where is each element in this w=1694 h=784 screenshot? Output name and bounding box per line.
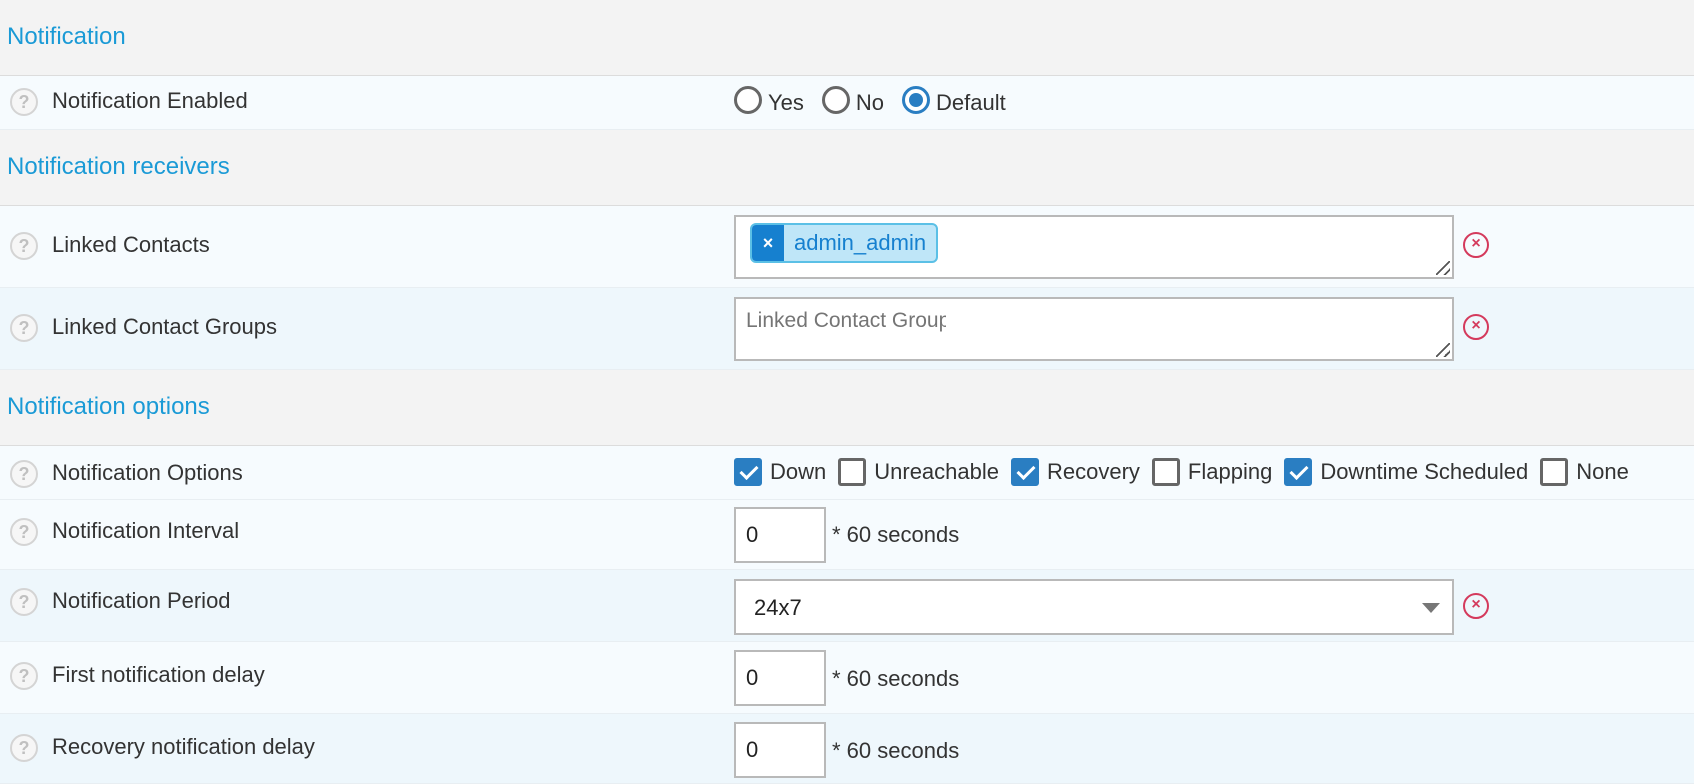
- first-notification-delay-unit: * 60 seconds: [832, 666, 960, 691]
- notification-options-label: Notification Options: [52, 460, 243, 485]
- notification-options-checkboxes: Down Unreachable Recovery Flapping Downt…: [734, 458, 1641, 486]
- notification-interval-label: Notification Interval: [52, 518, 240, 543]
- checkbox-down-label[interactable]: Down: [770, 459, 826, 485]
- help-icon[interactable]: ?: [10, 662, 38, 690]
- chevron-down-icon[interactable]: [1422, 603, 1440, 613]
- linked-contact-groups-label: Linked Contact Groups: [52, 314, 278, 339]
- checkbox-flapping[interactable]: [1151, 458, 1180, 486]
- tag-label: admin_admin: [794, 230, 927, 255]
- first-notification-delay-label: First notification delay: [52, 662, 265, 687]
- row-notification-interval: ? Notification Interval * 60 seconds: [0, 500, 1694, 570]
- section-title-receivers: Notification receivers: [7, 153, 230, 180]
- section-title-notification: Notification: [7, 23, 126, 50]
- checkbox-downtime-scheduled[interactable]: [1284, 458, 1313, 486]
- section-notification: Notification: [0, 0, 1694, 76]
- section-notification-options: Notification options: [0, 370, 1694, 446]
- linked-contacts-label: Linked Contacts: [52, 232, 210, 257]
- checkbox-flapping-label[interactable]: Flapping: [1188, 459, 1272, 485]
- checkbox-unreachable[interactable]: [838, 458, 867, 486]
- radio-no-label[interactable]: No: [856, 90, 884, 116]
- checkbox-downtime-scheduled-label[interactable]: Downtime Scheduled: [1320, 459, 1528, 485]
- contact-tag: × admin_admin: [750, 223, 939, 263]
- recovery-notification-delay-unit: * 60 seconds: [832, 738, 960, 763]
- linked-contact-groups-multiselect[interactable]: [734, 297, 1454, 361]
- checkbox-recovery-label[interactable]: Recovery: [1047, 459, 1140, 485]
- notification-period-label: Notification Period: [52, 588, 231, 613]
- row-first-notification-delay: ? First notification delay * 60 seconds: [0, 642, 1694, 714]
- row-linked-contact-groups: ? Linked Contact Groups ×: [0, 288, 1694, 370]
- help-icon[interactable]: ?: [10, 460, 38, 488]
- notification-enabled-label: Notification Enabled: [52, 88, 248, 113]
- radio-default[interactable]: [902, 86, 931, 114]
- row-notification-options: ? Notification Options Down Unreachable …: [0, 446, 1694, 500]
- clear-linked-contacts-button[interactable]: ×: [1463, 232, 1489, 258]
- clear-linked-contact-groups-button[interactable]: ×: [1463, 314, 1489, 340]
- radio-no[interactable]: [821, 86, 850, 114]
- notification-interval-input[interactable]: [734, 507, 826, 563]
- help-icon[interactable]: ?: [10, 518, 38, 546]
- help-icon[interactable]: ?: [10, 734, 38, 762]
- recovery-notification-delay-label: Recovery notification delay: [52, 734, 315, 759]
- recovery-notification-delay-input[interactable]: [734, 722, 826, 778]
- section-notification-receivers: Notification receivers: [0, 130, 1694, 206]
- resize-handle-icon[interactable]: [1436, 343, 1450, 357]
- checkbox-recovery[interactable]: [1011, 458, 1039, 486]
- linked-contacts-multiselect[interactable]: × admin_admin: [734, 215, 1454, 279]
- help-icon[interactable]: ?: [10, 588, 38, 616]
- help-icon[interactable]: ?: [10, 314, 38, 342]
- notification-period-select[interactable]: 24x7: [734, 579, 1454, 635]
- help-icon[interactable]: ?: [10, 232, 38, 260]
- row-notification-enabled: ? Notification Enabled Yes No Default: [0, 76, 1694, 130]
- row-notification-period: ? Notification Period 24x7 ×: [0, 570, 1694, 642]
- resize-handle-icon[interactable]: [1436, 261, 1450, 275]
- checkbox-down[interactable]: [734, 458, 762, 486]
- row-linked-contacts: ? Linked Contacts × admin_admin ×: [0, 206, 1694, 288]
- clear-notification-period-button[interactable]: ×: [1463, 593, 1489, 619]
- row-recovery-notification-delay: ? Recovery notification delay * 60 secon…: [0, 714, 1694, 784]
- checkbox-unreachable-label[interactable]: Unreachable: [874, 459, 999, 485]
- radio-default-label[interactable]: Default: [936, 90, 1006, 116]
- linked-contact-groups-input[interactable]: [746, 309, 946, 333]
- notification-period-value: 24x7: [754, 595, 802, 620]
- first-notification-delay-input[interactable]: [734, 650, 826, 706]
- tag-remove-icon[interactable]: ×: [752, 225, 784, 261]
- checkbox-none-label[interactable]: None: [1576, 459, 1629, 485]
- radio-yes[interactable]: [734, 86, 762, 114]
- help-icon[interactable]: ?: [10, 88, 38, 116]
- checkbox-none[interactable]: [1540, 458, 1569, 486]
- section-title-options: Notification options: [7, 393, 210, 420]
- notification-interval-unit: * 60 seconds: [832, 522, 960, 547]
- notification-enabled-radio-group: Yes No Default: [734, 86, 1024, 116]
- radio-yes-label[interactable]: Yes: [768, 90, 804, 116]
